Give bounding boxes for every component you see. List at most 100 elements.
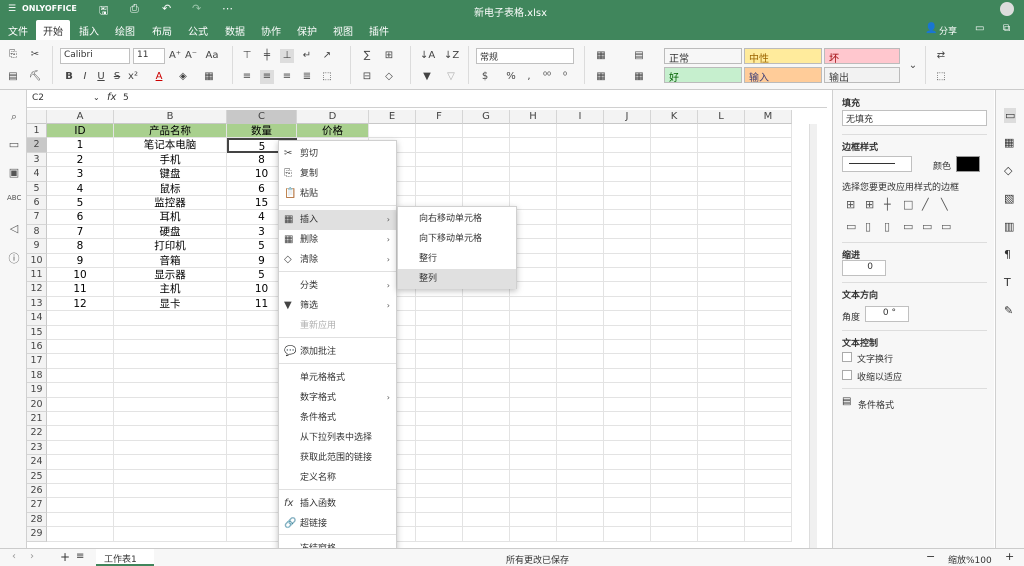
- table-cell[interactable]: [651, 210, 698, 225]
- table-cell[interactable]: [745, 354, 792, 369]
- table-cell[interactable]: [698, 325, 745, 340]
- bold-icon[interactable]: B: [62, 70, 76, 84]
- table-cell[interactable]: 鼠标: [114, 181, 227, 196]
- table-cell[interactable]: [114, 512, 227, 528]
- table-cell[interactable]: [745, 440, 792, 456]
- align-left-icon[interactable]: ≡: [240, 70, 254, 84]
- column-header[interactable]: F: [416, 110, 463, 124]
- border-button[interactable]: ▭: [903, 220, 913, 233]
- align-center-icon[interactable]: ≡: [260, 70, 274, 84]
- borders-icon[interactable]: ▦: [202, 70, 216, 84]
- table-cell[interactable]: [698, 253, 745, 268]
- border-button[interactable]: ┼: [884, 198, 891, 211]
- table-cell[interactable]: [651, 354, 698, 369]
- table-cell[interactable]: 8: [47, 239, 114, 254]
- table-cell[interactable]: 耳机: [114, 210, 227, 225]
- table-cell[interactable]: [416, 340, 463, 355]
- table-cell[interactable]: [745, 124, 792, 139]
- table-cell[interactable]: [510, 484, 557, 499]
- format-painter-icon[interactable]: ⛏: [28, 70, 42, 84]
- table-cell[interactable]: [651, 282, 698, 297]
- table-cell[interactable]: [510, 268, 557, 283]
- table-cell[interactable]: [463, 181, 510, 196]
- table-cell[interactable]: [698, 296, 745, 312]
- table-cell[interactable]: [745, 181, 792, 196]
- merge-cells-icon[interactable]: ⬚: [320, 70, 334, 84]
- row-header[interactable]: 7: [27, 210, 47, 225]
- table-cell[interactable]: [557, 498, 604, 513]
- redo-icon[interactable]: ↷: [192, 2, 201, 15]
- table-cell[interactable]: [416, 383, 463, 398]
- table-cell[interactable]: [557, 340, 604, 355]
- table-cell[interactable]: [416, 311, 463, 326]
- column-header[interactable]: C: [227, 110, 297, 124]
- table-cell[interactable]: [510, 167, 557, 182]
- table-cell[interactable]: [651, 268, 698, 283]
- table-cell[interactable]: [463, 397, 510, 412]
- table-cell[interactable]: [510, 412, 557, 427]
- menu-layout[interactable]: 布局: [152, 23, 172, 38]
- print-icon[interactable]: ⎙: [130, 2, 139, 16]
- context-menu-item[interactable]: 从下拉列表中选择: [279, 428, 396, 448]
- table-cell[interactable]: [557, 455, 604, 470]
- context-menu-item[interactable]: fx 插入函数: [279, 494, 396, 514]
- table-cell[interactable]: [114, 397, 227, 412]
- table-cell[interactable]: [651, 196, 698, 211]
- table-cell[interactable]: [510, 196, 557, 211]
- table-cell[interactable]: [745, 138, 792, 153]
- table-cell[interactable]: [557, 354, 604, 369]
- table-cell[interactable]: [557, 368, 604, 384]
- menu-file[interactable]: 文件: [8, 23, 28, 38]
- increase-decimal-icon[interactable]: ⁰⁰: [540, 70, 554, 84]
- table-cell[interactable]: [745, 253, 792, 268]
- context-menu-item[interactable]: ✂ 剪切: [279, 144, 396, 164]
- table-cell[interactable]: [463, 311, 510, 326]
- table-cell[interactable]: [463, 498, 510, 513]
- open-location-icon[interactable]: ▭: [975, 23, 984, 34]
- add-sheet-icon[interactable]: +: [60, 550, 70, 564]
- border-button[interactable]: ╲: [941, 198, 948, 211]
- table-cell[interactable]: [604, 181, 651, 196]
- row-header[interactable]: 17: [27, 354, 47, 369]
- table-cell[interactable]: [557, 426, 604, 441]
- table-cell[interactable]: [698, 527, 745, 542]
- table-cell[interactable]: [604, 210, 651, 225]
- table-cell[interactable]: [604, 224, 651, 240]
- table-cell[interactable]: [47, 455, 114, 470]
- table-cell[interactable]: 11: [47, 282, 114, 297]
- table-cell[interactable]: [114, 527, 227, 542]
- table-cell[interactable]: [604, 152, 651, 168]
- table-cell[interactable]: [463, 426, 510, 441]
- table-cell[interactable]: [47, 325, 114, 340]
- table-cell[interactable]: [510, 397, 557, 412]
- submenu-item[interactable]: 整列: [398, 269, 516, 289]
- row-header[interactable]: 26: [27, 484, 47, 499]
- next-sheet-icon[interactable]: ›: [30, 551, 34, 562]
- table-cell[interactable]: [698, 181, 745, 196]
- column-header[interactable]: D: [297, 110, 369, 124]
- table-cell[interactable]: [510, 138, 557, 153]
- table-cell[interactable]: [557, 325, 604, 340]
- table-cell[interactable]: [47, 512, 114, 528]
- table-cell[interactable]: [463, 469, 510, 484]
- table-cell[interactable]: [604, 397, 651, 412]
- table-cell[interactable]: [745, 210, 792, 225]
- style-normal[interactable]: 正常: [664, 48, 742, 65]
- table-cell[interactable]: 3: [47, 167, 114, 182]
- table-cell[interactable]: [651, 296, 698, 312]
- textart-settings-icon[interactable]: T: [1004, 276, 1011, 289]
- table-cell[interactable]: [510, 325, 557, 340]
- fill-select[interactable]: 无填充: [842, 110, 987, 126]
- table-cell[interactable]: [745, 498, 792, 513]
- row-header[interactable]: 9: [27, 239, 47, 254]
- table-cell[interactable]: [651, 527, 698, 542]
- sort-ascending-icon[interactable]: ↓A: [420, 49, 435, 63]
- align-middle-icon[interactable]: ╪: [260, 49, 274, 63]
- table-cell[interactable]: [604, 512, 651, 528]
- prev-sheet-icon[interactable]: ‹: [12, 551, 16, 562]
- row-header[interactable]: 29: [27, 527, 47, 542]
- row-header[interactable]: 14: [27, 311, 47, 326]
- align-right-icon[interactable]: ≡: [280, 70, 294, 84]
- zoom-level[interactable]: 缩放%100: [948, 553, 992, 566]
- table-cell[interactable]: [698, 138, 745, 153]
